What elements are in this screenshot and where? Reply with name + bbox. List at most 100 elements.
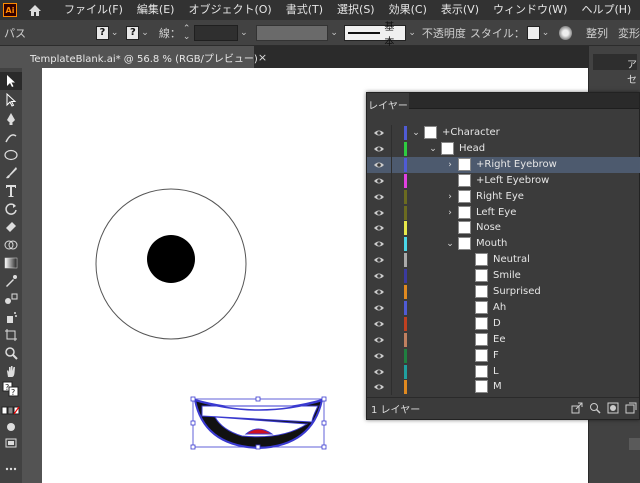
stroke-style-selector[interactable]: 基本 xyxy=(343,22,407,48)
layer-row[interactable]: Smile xyxy=(367,268,640,285)
layer-row[interactable]: +Left Eyebrow xyxy=(367,172,640,189)
eye-icon[interactable] xyxy=(373,144,385,154)
ellipse-tool-icon[interactable] xyxy=(0,146,22,164)
menu-type[interactable]: 書式(T) xyxy=(279,0,330,20)
rotate-tool-icon[interactable] xyxy=(0,200,22,218)
eye-pupil[interactable] xyxy=(147,235,195,283)
menu-help[interactable]: ヘルプ(H) xyxy=(574,0,638,20)
layer-row[interactable]: Surprised xyxy=(367,284,640,300)
lock-column[interactable] xyxy=(391,140,392,157)
lock-column[interactable] xyxy=(391,172,392,189)
layer-row[interactable]: › Left Eye xyxy=(367,204,640,221)
layer-row[interactable]: › Right Eye xyxy=(367,188,640,205)
dock-scroll-handle[interactable] xyxy=(629,438,640,450)
lock-column[interactable] xyxy=(391,315,392,332)
locate-object-icon[interactable] xyxy=(589,402,601,414)
chevron-right-icon[interactable]: › xyxy=(445,207,455,219)
lock-column[interactable] xyxy=(391,220,392,237)
menu-file[interactable]: ファイル(F) xyxy=(57,0,130,20)
lock-column[interactable] xyxy=(391,379,392,396)
menu-window[interactable]: ウィンドウ(W) xyxy=(486,0,574,20)
lock-column[interactable] xyxy=(391,156,392,173)
eye-icon[interactable] xyxy=(373,367,385,377)
home-icon[interactable] xyxy=(27,2,43,18)
eye-icon[interactable] xyxy=(373,351,385,361)
shape-builder-tool-icon[interactable] xyxy=(0,236,22,254)
eye-icon[interactable] xyxy=(373,128,385,138)
layer-row[interactable]: F xyxy=(367,347,640,364)
close-icon[interactable]: × xyxy=(258,51,267,64)
eye-icon[interactable] xyxy=(373,382,385,392)
mouth-artwork[interactable] xyxy=(190,396,327,450)
layer-row[interactable]: D xyxy=(367,315,640,332)
chevron-down-icon[interactable]: ⌄ xyxy=(428,143,438,155)
eyedropper-tool-icon[interactable] xyxy=(0,272,22,290)
chevron-right-icon[interactable]: › xyxy=(445,191,455,203)
layer-row[interactable]: Ee xyxy=(367,331,640,348)
layer-row[interactable]: ⌄ +Character xyxy=(367,125,640,141)
chevron-down-icon[interactable]: ⌄ xyxy=(111,28,119,38)
lock-column[interactable] xyxy=(391,363,392,380)
artboard-tool-icon[interactable] xyxy=(0,326,22,344)
chevron-down-icon[interactable]: ⌄ xyxy=(542,28,550,38)
layer-row[interactable]: › +Right Eyebrow xyxy=(367,156,640,173)
layers-tab[interactable]: レイヤー xyxy=(367,93,409,115)
document-tab[interactable]: TemplateBlank.ai* @ 56.8 % (RGB/プレビュー) × xyxy=(22,46,267,68)
new-sublayer-icon[interactable] xyxy=(625,402,637,414)
chevron-down-icon[interactable]: ⌄ xyxy=(330,28,338,38)
opacity-label[interactable]: 不透明度 xyxy=(422,25,466,41)
lock-column[interactable] xyxy=(391,268,392,285)
eye-icon[interactable] xyxy=(373,176,385,186)
symbol-sprayer-tool-icon[interactable] xyxy=(0,308,22,326)
selection-tool-icon[interactable] xyxy=(0,72,22,90)
stepper-icon[interactable]: ⌃ ⌄ xyxy=(183,24,191,41)
stroke-weight-field[interactable] xyxy=(194,24,239,41)
eye-icon[interactable] xyxy=(373,239,385,249)
zoom-tool-icon[interactable] xyxy=(0,344,22,362)
make-clipping-mask-icon[interactable] xyxy=(607,402,619,414)
transform-button[interactable]: 変形 xyxy=(618,25,640,41)
type-tool-icon[interactable] xyxy=(0,182,22,200)
align-button[interactable]: 整列 xyxy=(586,25,608,41)
eye-icon[interactable] xyxy=(373,287,385,297)
variable-width-field[interactable] xyxy=(255,24,329,41)
lock-column[interactable] xyxy=(391,331,392,348)
lock-column[interactable] xyxy=(391,125,392,141)
chevron-down-icon[interactable]: ⌄ xyxy=(411,127,421,139)
eye-icon[interactable] xyxy=(373,319,385,329)
recolor-icon[interactable] xyxy=(559,25,572,40)
eye-icon[interactable] xyxy=(373,335,385,345)
chevron-down-icon[interactable]: ⌄ xyxy=(445,238,455,250)
more-tools-icon[interactable] xyxy=(0,460,22,478)
layer-row[interactable]: ⌄ Mouth xyxy=(367,236,640,253)
curvature-tool-icon[interactable] xyxy=(0,128,22,146)
screen-mode-icon[interactable] xyxy=(0,434,22,452)
eye-icon[interactable] xyxy=(373,303,385,313)
chevron-right-icon[interactable]: › xyxy=(445,159,455,171)
blend-tool-icon[interactable] xyxy=(0,290,22,308)
chevron-down-icon[interactable]: ⌄ xyxy=(240,28,248,38)
lock-column[interactable] xyxy=(391,299,392,316)
menu-view[interactable]: 表示(V) xyxy=(434,0,486,20)
stroke-swatch[interactable]: ? xyxy=(126,25,140,40)
eye-icon[interactable] xyxy=(373,192,385,202)
layer-row[interactable]: Ah xyxy=(367,299,640,316)
eye-icon[interactable] xyxy=(373,255,385,265)
gradient-tool-icon[interactable] xyxy=(0,254,22,272)
hand-tool-icon[interactable] xyxy=(0,362,22,380)
lock-column[interactable] xyxy=(391,188,392,205)
lock-column[interactable] xyxy=(391,347,392,364)
layer-row[interactable]: L xyxy=(367,363,640,380)
eye-icon[interactable] xyxy=(373,208,385,218)
layer-row[interactable]: ⌄ Head xyxy=(367,140,640,157)
graphic-style-swatch[interactable] xyxy=(526,25,540,40)
paintbrush-tool-icon[interactable] xyxy=(0,164,22,182)
lock-column[interactable] xyxy=(391,284,392,300)
eye-icon[interactable] xyxy=(373,160,385,170)
dock-tab[interactable]: アセ xyxy=(627,56,640,86)
chevron-down-icon[interactable]: ⌄ xyxy=(141,28,149,38)
eye-icon[interactable] xyxy=(373,223,385,233)
menu-select[interactable]: 選択(S) xyxy=(330,0,382,20)
fill-swatch[interactable]: ? xyxy=(96,25,109,40)
fill-stroke-swatches-icon[interactable]: ?? xyxy=(0,380,22,398)
